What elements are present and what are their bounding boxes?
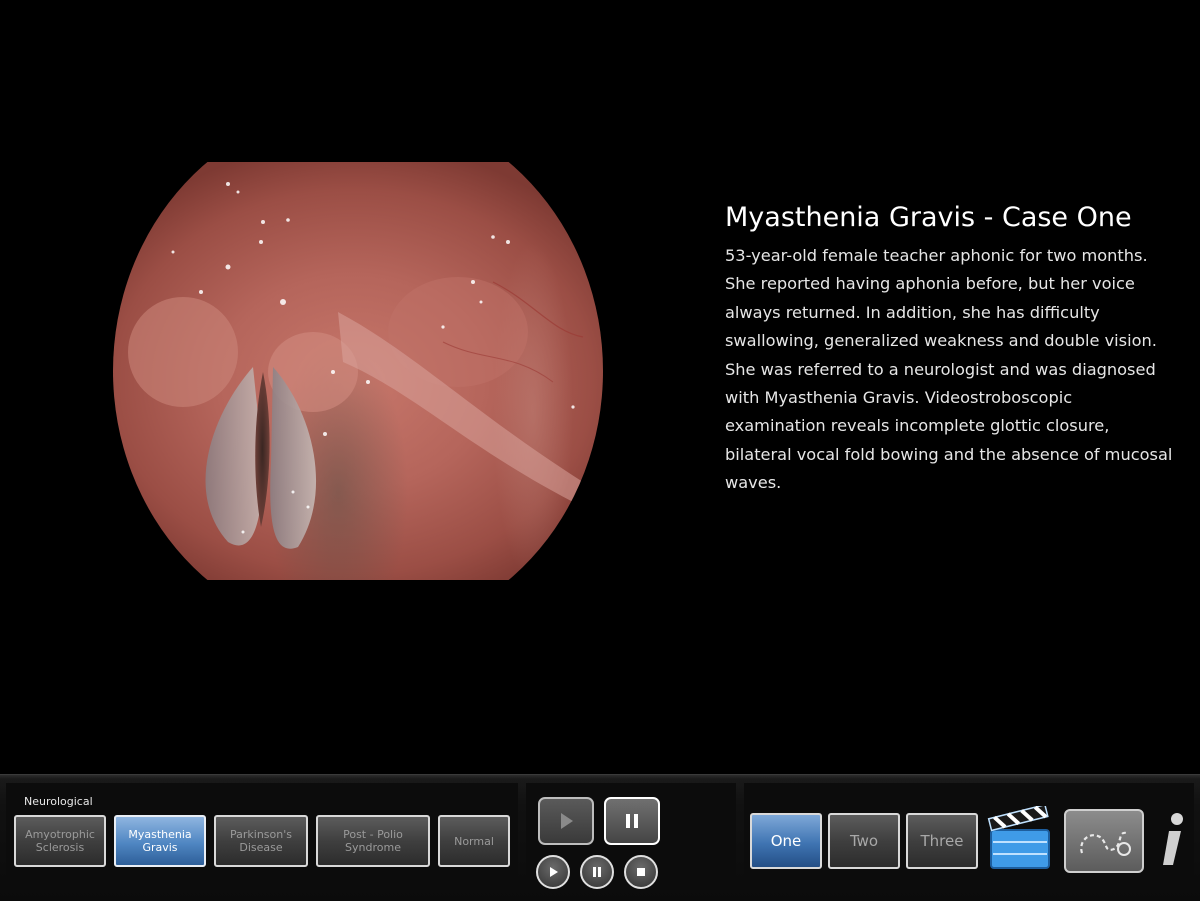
category-button-parkinsons[interactable]: Parkinson's Disease <box>214 815 308 867</box>
category-button-post-polio[interactable]: Post - Polio Syndrome <box>316 815 430 867</box>
info-icon <box>1163 813 1183 865</box>
category-button-label: Parkinson's Disease <box>230 828 292 854</box>
pause-button-small[interactable] <box>580 855 614 889</box>
video-clip-button[interactable] <box>986 805 1054 871</box>
case-panel: One Two Three <box>744 783 1194 893</box>
pause-button-large[interactable] <box>604 797 660 845</box>
vocal-folds-image <box>128 182 584 549</box>
category-button-label: Post - Polio Syndrome <box>343 828 403 854</box>
stop-button-small[interactable] <box>624 855 658 889</box>
case-button-label: Three <box>920 831 964 850</box>
case-button-label: Two <box>849 831 879 850</box>
case-title: Myasthenia Gravis - Case One <box>725 202 1132 233</box>
pause-icon <box>626 814 638 828</box>
category-button-label: Myasthenia Gravis <box>128 828 192 854</box>
playback-panel <box>526 783 736 893</box>
category-button-myasthenia-gravis[interactable]: Myasthenia Gravis <box>114 815 206 867</box>
bottom-toolbar: Neurological Amyotrophic Sclerosis Myast… <box>0 774 1200 901</box>
category-button-als[interactable]: Amyotrophic Sclerosis <box>14 815 106 867</box>
clapperboard-icon <box>987 806 1050 869</box>
play-icon <box>550 867 558 877</box>
category-panel: Neurological Amyotrophic Sclerosis Myast… <box>6 783 518 893</box>
drawing-icon <box>1080 831 1131 856</box>
play-icon <box>561 813 573 829</box>
category-button-label: Amyotrophic Sclerosis <box>25 828 95 854</box>
case-button-one[interactable]: One <box>750 813 822 869</box>
play-button-large[interactable] <box>538 797 594 845</box>
info-button[interactable] <box>1154 807 1190 873</box>
case-button-label: One <box>770 831 802 850</box>
stop-icon <box>637 868 645 876</box>
category-label: Neurological <box>24 795 93 808</box>
case-button-three[interactable]: Three <box>906 813 978 869</box>
laryngoscopy-video <box>113 162 603 580</box>
category-button-normal[interactable]: Normal <box>438 815 510 867</box>
pause-icon <box>593 867 601 877</box>
category-button-label: Normal <box>454 834 494 848</box>
case-description: 53-year-old female teacher aphonic for t… <box>725 246 1173 493</box>
draw-button[interactable] <box>1064 809 1144 873</box>
case-button-two[interactable]: Two <box>828 813 900 869</box>
play-button-small[interactable] <box>536 855 570 889</box>
